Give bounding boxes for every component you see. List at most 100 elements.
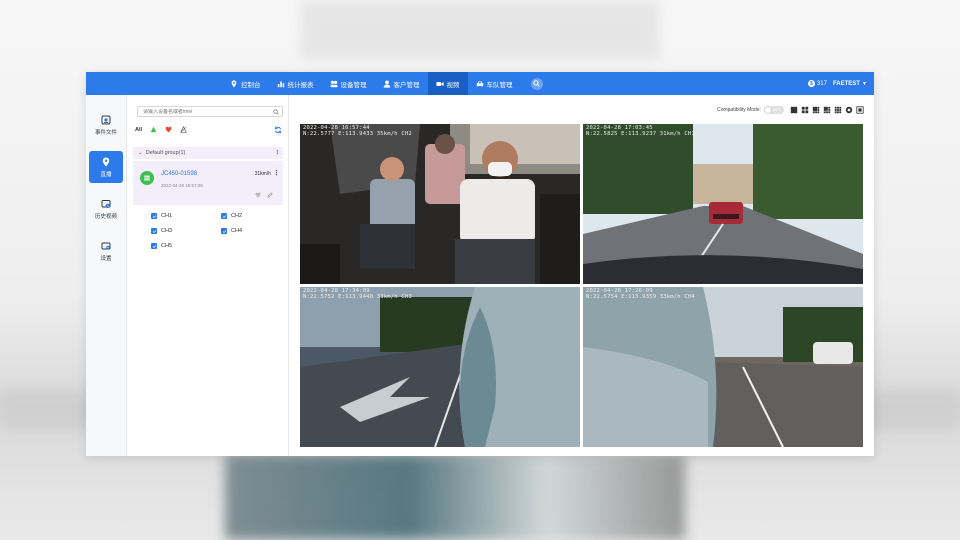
device-search-input[interactable]: [143, 108, 271, 115]
device-group-icon: [329, 80, 338, 87]
device-speed: 31km/h: [254, 171, 271, 177]
sidebar-item-label: 事件文件: [94, 129, 117, 136]
compat-mode-toggle[interactable]: OFF: [764, 106, 784, 114]
device-last-time: 2022-04-28 16:57:38: [161, 183, 203, 188]
filter-all[interactable]: All: [135, 127, 142, 133]
nav-label: 视频: [446, 81, 460, 89]
channel-list: CH1 CH2 CH3 CH4 CH5: [151, 213, 291, 249]
user-name: FAETEST: [832, 80, 860, 87]
compat-mode-label: Compatibility Mode:: [717, 107, 761, 113]
app-window: 控制台 统计报表 设备管理 客户管理 视频 车队管理 $ 317 FAETEST…: [86, 72, 874, 456]
live-pin-icon: [102, 157, 110, 166]
front-video-frame: [583, 124, 863, 284]
coin-icon: $: [807, 80, 815, 87]
settings-icon: [101, 242, 111, 249]
camera-icon: [435, 81, 444, 86]
video-toolbar: Compatibility Mode: OFF: [717, 106, 864, 114]
video-timestamp: 2022-04-28 16:57:44 N:22.5777 E:113.9433…: [303, 125, 412, 137]
video-tile-cabin[interactable]: 2022-04-28 16:57:44 N:22.5777 E:113.9433…: [300, 124, 580, 284]
sidebar-item-history-video[interactable]: 历史视频: [89, 193, 123, 225]
top-nav-bar: 控制台 统计报表 设备管理 客户管理 视频 车队管理 $ 317 FAETEST…: [86, 72, 874, 95]
checkbox-checked[interactable]: [151, 243, 157, 249]
refresh-icon[interactable]: [274, 126, 282, 134]
search-icon: [533, 80, 540, 87]
nav-item-console[interactable]: 控制台: [222, 72, 269, 95]
more-icon[interactable]: ⋮: [273, 169, 280, 177]
nav-label: 客户管理: [393, 81, 420, 89]
nav-item-video[interactable]: 视频: [427, 72, 468, 95]
status-filters: All: [135, 126, 187, 133]
nav-item-customers[interactable]: 客户管理: [375, 72, 428, 95]
nav-item-fleet[interactable]: 车队管理: [468, 72, 521, 95]
main-nav: 控制台 统计报表 设备管理 客户管理 视频 车队管理: [222, 72, 543, 95]
account-area: $ 317 FAETEST ▾: [807, 72, 866, 95]
checkbox-checked[interactable]: [151, 228, 157, 234]
history-video-icon: [101, 199, 111, 208]
chevron-down-icon: ▾: [862, 81, 866, 87]
filter-offline-icon[interactable]: [180, 126, 187, 133]
bar-chart-icon: [277, 81, 284, 87]
device-group-header[interactable]: ⌄ Default group(1) ⋮: [133, 147, 283, 159]
backdrop-top: [300, 0, 660, 60]
channel-ch1[interactable]: CH1: [151, 213, 221, 219]
layout-9-icon[interactable]: [834, 106, 842, 114]
layout-1-icon[interactable]: [790, 106, 798, 114]
nav-label: 设备管理: [340, 81, 367, 89]
left-video-frame: [300, 287, 580, 447]
video-tile-left[interactable]: 2022-04-28 17:34:09 N:22.5752 E:113.9440…: [300, 287, 580, 447]
checkbox-checked[interactable]: [221, 228, 227, 234]
channel-ch4[interactable]: CH4: [221, 228, 291, 234]
car-icon: [476, 80, 483, 87]
device-status-icon: [140, 171, 154, 185]
channel-ch3[interactable]: CH3: [151, 228, 221, 234]
sidebar-item-settings[interactable]: 设置: [89, 235, 123, 267]
video-tile-right[interactable]: 2022-04-28 17:26:09 N:22.5754 E:113.9359…: [583, 287, 863, 447]
channel-ch2[interactable]: CH2: [221, 213, 291, 219]
location-pin-icon: [231, 79, 237, 88]
video-timestamp: 2022-04-28 17:03:45 N:22.5825 E:113.9237…: [586, 125, 695, 137]
backdrop-bottom: [225, 455, 685, 540]
edit-icon[interactable]: [267, 192, 273, 198]
chevron-down-icon: ⌄: [138, 150, 143, 156]
points-display[interactable]: $ 317: [807, 80, 827, 87]
video-timestamp: 2022-04-28 17:26:09 N:22.5754 E:113.9359…: [586, 288, 695, 300]
layout-8-icon[interactable]: [823, 106, 831, 114]
nav-label: 车队管理: [486, 81, 513, 89]
device-actions: [255, 192, 273, 198]
sidebar-item-live[interactable]: 直播: [89, 151, 123, 183]
device-name[interactable]: JC450-01598: [161, 171, 197, 177]
search-icon[interactable]: [273, 109, 279, 115]
video-timestamp: 2022-04-28 17:34:09 N:22.5752 E:113.9440…: [303, 288, 412, 300]
video-tile-front[interactable]: 2022-04-28 17:03:45 N:22.5825 E:113.9237…: [583, 124, 863, 284]
sidebar-item-event-files[interactable]: 事件文件: [89, 109, 123, 141]
right-video-frame: [583, 287, 863, 447]
stop-all-icon[interactable]: [845, 106, 853, 114]
fullscreen-icon[interactable]: [856, 106, 864, 114]
video-area: Compatibility Mode: OFF 2022-04-28 16:57…: [290, 95, 874, 456]
global-search-button[interactable]: [530, 77, 543, 90]
filter-online-icon[interactable]: [150, 126, 157, 133]
filter-favorite-icon[interactable]: [165, 126, 172, 133]
sidebar-item-label: 历史视频: [94, 213, 117, 220]
device-panel: All ⌄ Default group(1) ⋮ JC450-01598 202…: [129, 95, 332, 456]
checkbox-checked[interactable]: [151, 213, 157, 219]
checkbox-checked[interactable]: [221, 213, 227, 219]
user-menu[interactable]: FAETEST ▾: [832, 80, 866, 88]
device-row[interactable]: JC450-01598 2022-04-28 16:57:38 31km/h ⋮: [133, 161, 283, 205]
group-label: Default group(1): [145, 150, 186, 156]
cabin-video-frame: [300, 124, 580, 284]
nav-label: 控制台: [241, 81, 261, 89]
nav-item-devices[interactable]: 设备管理: [322, 72, 375, 95]
layout-6-icon[interactable]: [812, 106, 820, 114]
layout-4-icon[interactable]: [801, 106, 809, 114]
left-sidebar: 事件文件 直播 历史视频 设置: [86, 95, 127, 456]
nav-item-reports[interactable]: 统计报表: [269, 72, 322, 95]
more-icon[interactable]: ⋮: [275, 150, 281, 156]
device-search-box: [137, 106, 283, 117]
video-grid: 2022-04-28 16:57:44 N:22.5777 E:113.9433…: [300, 124, 864, 447]
sidebar-item-label: 设置: [100, 255, 112, 262]
sidebar-item-label: 直播: [100, 171, 112, 178]
points-value: 317: [816, 80, 827, 87]
favorite-icon[interactable]: [255, 192, 261, 198]
channel-ch5[interactable]: CH5: [151, 243, 221, 249]
